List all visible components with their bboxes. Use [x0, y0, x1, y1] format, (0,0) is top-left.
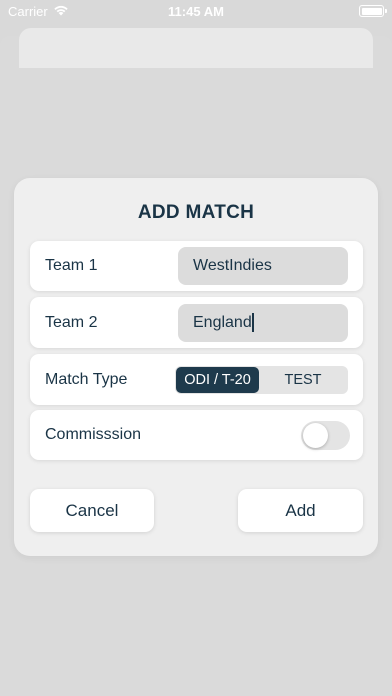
status-bar: Carrier 11:45 AM	[0, 0, 392, 22]
team2-row: Team 2 England	[30, 297, 363, 348]
stacked-sheet	[19, 28, 373, 68]
team2-value: England	[193, 313, 252, 331]
match-type-label: Match Type	[45, 370, 128, 388]
cancel-button[interactable]: Cancel	[30, 489, 154, 532]
wifi-icon	[53, 4, 69, 19]
team1-label: Team 1	[45, 257, 98, 274]
add-button[interactable]: Add	[238, 489, 363, 532]
commission-row: Commisssion	[30, 410, 363, 460]
battery-icon	[359, 5, 387, 17]
segment-odi-t20[interactable]: ODI / T-20	[176, 366, 259, 393]
team1-row: Team 1 WestIndies	[30, 241, 363, 291]
team1-value: WestIndies	[193, 257, 272, 274]
text-cursor	[251, 313, 254, 332]
match-type-segmented-control: ODI / T-20 TEST	[175, 365, 348, 394]
commission-label: Commisssion	[45, 426, 142, 443]
match-type-row: Match Type ODI / T-20 TEST	[30, 354, 363, 405]
commission-toggle[interactable]	[301, 420, 350, 450]
team2-input[interactable]: England	[178, 303, 348, 342]
add-match-dialog: ADD MATCH Team 1 WestIndies Team 2 Engla…	[14, 178, 378, 556]
team1-input[interactable]: WestIndies	[178, 247, 348, 285]
toggle-knob	[303, 422, 328, 448]
team2-label: Team 2	[45, 313, 98, 331]
dialog-title: ADD MATCH	[137, 202, 255, 223]
carrier-label: Carrier	[8, 3, 48, 19]
segment-test[interactable]: TEST	[259, 367, 347, 393]
